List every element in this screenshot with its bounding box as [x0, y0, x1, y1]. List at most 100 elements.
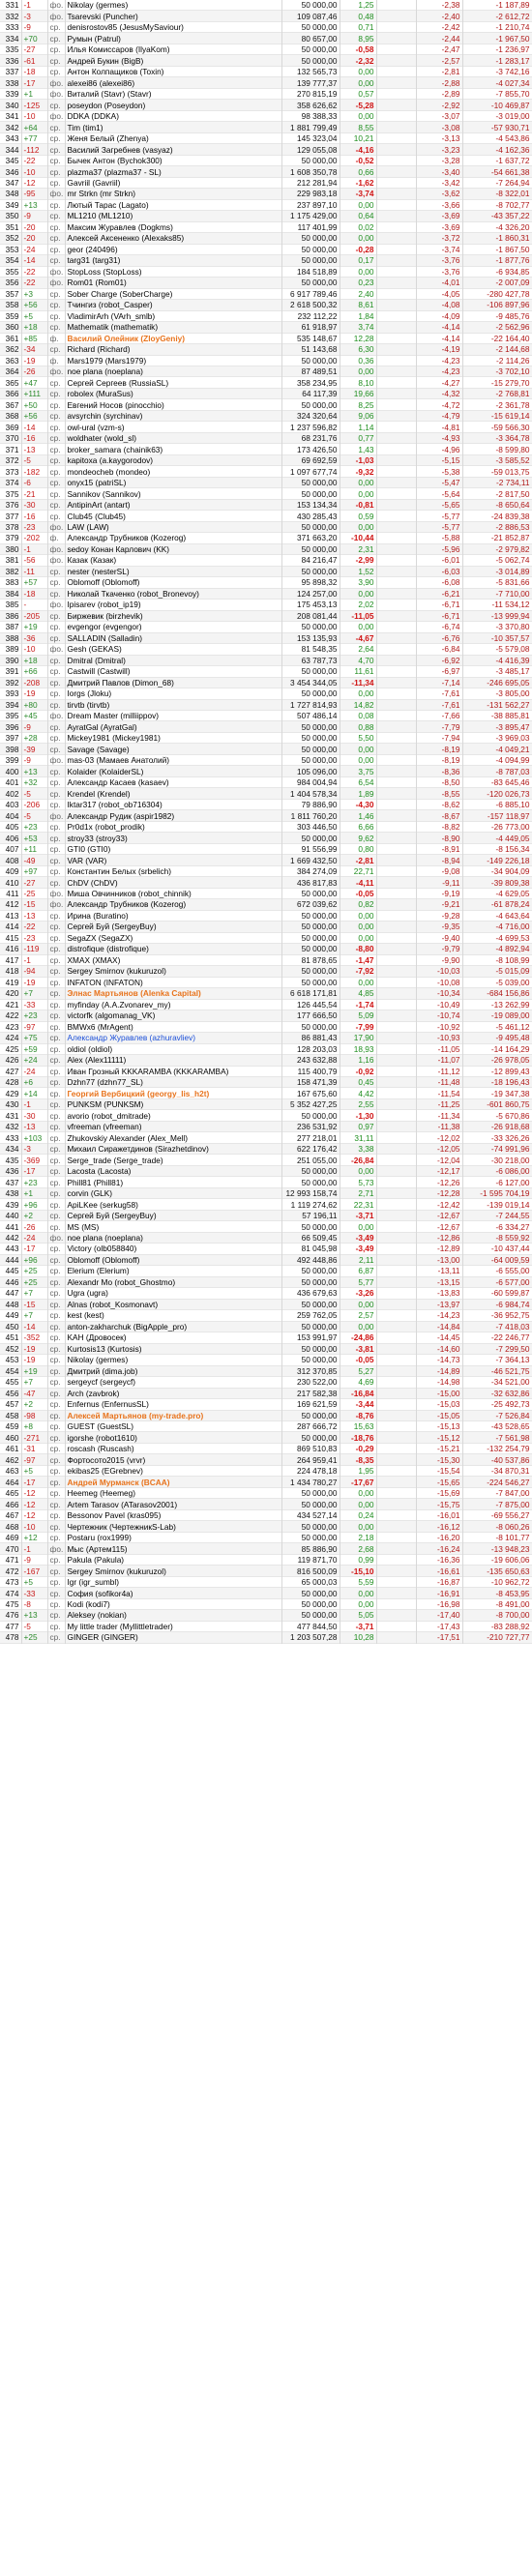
cell-name[interactable]: My little trader (Myllittletrader) [65, 1621, 282, 1632]
cell-name[interactable]: Чертежник (ЧертежникS-Lab) [65, 1520, 282, 1533]
cell-name[interactable]: GTI0 (GTI0) [65, 843, 282, 855]
cell-name[interactable]: Dream Master (milliippov) [65, 710, 282, 721]
cell-name[interactable]: Oblomoff (Oblomoff) [65, 576, 282, 589]
cell-name[interactable]: Arch (zavbrok) [65, 1388, 282, 1399]
cell-name[interactable]: Тчингиз (robot_Casper) [65, 299, 282, 311]
cell-name[interactable]: Mickey1981 (Mickey1981) [65, 732, 282, 744]
cell-name[interactable]: Ugra (ugra) [65, 1287, 282, 1300]
cell-name[interactable]: Евгений Носов (pinocchio) [65, 398, 282, 411]
cell-name[interactable]: Richard (Richard) [65, 343, 282, 355]
cell-name[interactable]: Kolaider (KolaiderSL) [65, 765, 282, 777]
cell-name[interactable]: Gesh (GEKAS) [65, 643, 282, 656]
cell-name[interactable]: Sannikov (Sannikov) [65, 487, 282, 500]
cell-name[interactable]: MS (MS) [65, 1220, 282, 1233]
cell-name[interactable]: Nikolay (germes) [65, 1354, 282, 1366]
cell-name[interactable]: kapitoxa (a.kaygorodov) [65, 454, 282, 466]
cell-name[interactable]: mondeocheb (mondeo) [65, 465, 282, 478]
cell-name[interactable]: Антон Колпащиков (Toxin) [65, 66, 282, 77]
cell-name[interactable]: robolex (MuraSus) [65, 388, 282, 399]
cell-name[interactable]: Константин Белых (srbelich) [65, 865, 282, 877]
cell-name[interactable]: Александр Касаев (kasaev) [65, 776, 282, 788]
cell-name[interactable]: Pakula (Pakula) [65, 1554, 282, 1566]
cell-name[interactable]: Bessonov Pavel (kras095) [65, 1509, 282, 1521]
cell-name[interactable]: Enfernus (EnfernusSL) [65, 1398, 282, 1411]
cell-name[interactable]: Heemeg (Heemeg) [65, 1487, 282, 1499]
cell-name[interactable]: Elerium (Elerium) [65, 1265, 282, 1277]
cell-name[interactable]: GUEST (GuestSL) [65, 1420, 282, 1432]
cell-name[interactable]: Kodi (kodi7) [65, 1598, 282, 1610]
cell-name[interactable]: Oblomoff (Oblomoff) [65, 1254, 282, 1266]
cell-name[interactable]: ML1210 (ML1210) [65, 210, 282, 222]
cell-name[interactable]: VAR (VAR) [65, 854, 282, 866]
cell-name[interactable]: Андрей Букин (BigB) [65, 54, 282, 67]
cell-name[interactable]: Иван Грозный KKKARAMBA (KKKARAMBA) [65, 1066, 282, 1077]
cell-name[interactable]: kest (kest) [65, 1309, 282, 1322]
cell-name[interactable]: Илья Комиссаров (IlyaKom) [65, 44, 282, 55]
cell-name[interactable]: nester (nesterSL) [65, 566, 282, 577]
cell-name[interactable]: INFATON (INFATON) [65, 977, 282, 988]
cell-name[interactable]: vfreeman (vfreeman) [65, 1121, 282, 1132]
cell-name[interactable]: evgengor (evgengor) [65, 621, 282, 633]
cell-name[interactable]: oldiol (oldiol) [65, 1043, 282, 1055]
cell-name[interactable]: Биржевик (birzhevik) [65, 610, 282, 622]
cell-name[interactable]: Василий Загребнев (vasyaz) [65, 143, 282, 156]
cell-name[interactable]: Александр Рудик (aspir1982) [65, 809, 282, 822]
cell-name[interactable]: Миша Овчинников (robot_chinnik) [65, 888, 282, 899]
cell-name[interactable]: avsyrchin (syrchinav) [65, 410, 282, 422]
cell-name[interactable]: София (sofikor4a) [65, 1587, 282, 1599]
cell-name[interactable]: Элнас Мартьянов (Alenka Capital) [65, 987, 282, 1000]
cell-name[interactable]: stroy33 (stroy33) [65, 832, 282, 844]
cell-name[interactable]: Лютый Тарас (Lagato) [65, 199, 282, 211]
cell-name[interactable]: Алексей Аксененко (Alexaks85) [65, 232, 282, 245]
cell-name[interactable]: avorio (robot_dmitrade) [65, 1109, 282, 1122]
cell-name[interactable]: Iktar317 (robot_ob716304) [65, 799, 282, 810]
cell-name[interactable]: poseydon (Poseydon) [65, 99, 282, 111]
cell-name[interactable]: noe plana (noeplana) [65, 1232, 282, 1244]
cell-name[interactable]: Андрей Мурманск (BCAA) [65, 1476, 282, 1488]
cell-name[interactable]: Alexandr Mo (robot_Ghostmo) [65, 1276, 282, 1288]
cell-name[interactable]: Сергей Сергеев (RussiaSL) [65, 376, 282, 389]
cell-name[interactable]: geor (240496) [65, 244, 282, 255]
cell-name[interactable]: Румын (Patrul) [65, 32, 282, 44]
cell-name[interactable]: Фортосото2015 (vrvr) [65, 1453, 282, 1466]
cell-name[interactable]: PUNKSM (PUNKSM) [65, 1098, 282, 1110]
cell-name[interactable]: myfinday (A.A.Zvonarev_my) [65, 999, 282, 1010]
cell-name[interactable]: Postaru (rox1999) [65, 1532, 282, 1543]
cell-name[interactable]: Igr (igr_sumbl) [65, 1576, 282, 1588]
cell-name[interactable]: Сергей Буй (SergeyBuy) [65, 1210, 282, 1221]
cell-name[interactable]: Alex (Alex11111) [65, 1054, 282, 1066]
cell-name[interactable]: Dmitral (Dmitral) [65, 655, 282, 666]
cell-name[interactable]: ChDV (ChDV) [65, 876, 282, 889]
cell-name[interactable]: LAW (LAW) [65, 521, 282, 533]
cell-name[interactable]: broker_samara (chainik63) [65, 443, 282, 455]
cell-name[interactable]: Artem Tarasov (ATarasov2001) [65, 1498, 282, 1510]
cell-name[interactable]: igorshe (robot1610) [65, 1431, 282, 1444]
cell-name[interactable]: Женя Белый (Zhenya) [65, 132, 282, 144]
cell-name[interactable]: Club45 (Club45) [65, 510, 282, 522]
cell-name[interactable]: Mars1979 (Mars1979) [65, 355, 282, 366]
cell-name[interactable]: Lacosta (Lacosta) [65, 1165, 282, 1177]
cell-name[interactable]: Казак (Казак) [65, 554, 282, 567]
cell-name[interactable]: AyratGal (AyratGal) [65, 720, 282, 733]
cell-name[interactable]: Sober Charge (SoberCharge) [65, 288, 282, 300]
cell-name[interactable]: anton-zakharchuk (BigApple_pro) [65, 1321, 282, 1332]
cell-name[interactable]: Dzhn77 (dzhn77_SL) [65, 1076, 282, 1088]
cell-name[interactable]: ApiLKee (serkug58) [65, 1198, 282, 1211]
cell-name[interactable]: denisrostov85 (JesusMySaviour) [65, 21, 282, 33]
cell-name[interactable]: mr Strkn (mr Strkn) [65, 188, 282, 200]
cell-name[interactable]: Serge_trade (Serge_trade) [65, 1154, 282, 1166]
cell-name[interactable]: Krendel (Krendel) [65, 787, 282, 800]
cell-name[interactable]: Виталий (Stavr) (Stavr) [65, 88, 282, 100]
cell-name[interactable]: Сергей Буй (SergeyBuy) [65, 921, 282, 933]
cell-name[interactable]: SegaZX (SegaZX) [65, 932, 282, 944]
cell-name[interactable]: Aleksey (nokian) [65, 1609, 282, 1622]
cell-name[interactable]: Михаил Сиражетдинов (Sirazhetdinov) [65, 1143, 282, 1155]
cell-name[interactable]: AntipinArt (antart) [65, 499, 282, 511]
cell-name[interactable]: plazma37 (plazma37 - SL) [65, 165, 282, 178]
cell-name[interactable]: woldhater (wold_sl) [65, 432, 282, 444]
cell-name[interactable]: Victory (olb058840) [65, 1243, 282, 1255]
cell-name[interactable]: Pr0d1x (robot_prodik) [65, 821, 282, 833]
cell-name[interactable]: KAH (Дровосек) [65, 1332, 282, 1344]
cell-name[interactable]: alexei86 (alexei86) [65, 76, 282, 89]
cell-name[interactable]: corvin (GLK) [65, 1187, 282, 1199]
